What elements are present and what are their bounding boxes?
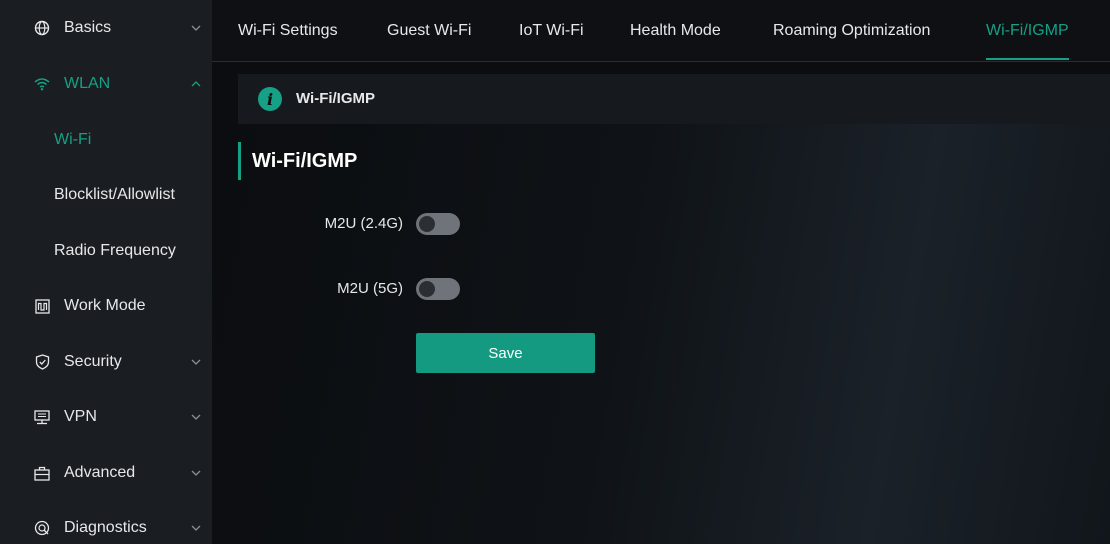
wifi-icon	[34, 76, 50, 92]
sidebar-item-label: Blocklist/Allowlist	[54, 186, 175, 203]
globe-icon	[34, 20, 50, 36]
tab-iot-wifi[interactable]: IoT Wi-Fi	[519, 0, 584, 62]
chevron-up-icon	[190, 78, 202, 90]
vpn-icon	[34, 409, 50, 425]
toggle-knob	[419, 216, 435, 232]
sidebar-item-label: Advanced	[64, 464, 136, 481]
m2u-5g-toggle[interactable]	[416, 278, 460, 300]
toggle-knob	[419, 281, 435, 297]
diagnostics-icon	[34, 520, 50, 536]
sidebar-item-advanced[interactable]: Advanced	[0, 445, 212, 501]
m2u-2g-toggle[interactable]	[416, 213, 460, 235]
sidebar-item-diagnostics[interactable]: Diagnostics	[0, 500, 212, 556]
section-accent-bar	[238, 142, 241, 180]
m2u-5g-label: M2U (5G)	[337, 280, 403, 297]
section-title: Wi-Fi/IGMP	[252, 150, 358, 172]
advanced-icon	[34, 465, 50, 481]
app-frame: Basics WLAN Wi-Fi Blocklist/Allowlist Ra…	[0, 0, 1110, 544]
tab-health-mode[interactable]: Health Mode	[630, 0, 721, 62]
sidebar-item-label: Wi-Fi	[54, 131, 92, 148]
sidebar-item-blocklist-allowlist[interactable]: Blocklist/Allowlist	[0, 167, 212, 223]
tab-guest-wifi[interactable]: Guest Wi-Fi	[387, 0, 471, 62]
info-icon: i	[258, 87, 282, 111]
sidebar-item-label: Work Mode	[64, 297, 146, 314]
save-button[interactable]: Save	[416, 333, 595, 373]
sidebar-item-label: Diagnostics	[64, 519, 147, 536]
chevron-down-icon	[190, 22, 202, 34]
main-content	[212, 124, 1110, 544]
m2u-2g-label: M2U (2.4G)	[324, 215, 403, 232]
sidebar-item-basics[interactable]: Basics	[0, 0, 212, 56]
sidebar: Basics WLAN Wi-Fi Blocklist/Allowlist Ra…	[0, 0, 212, 544]
sidebar-item-label: WLAN	[64, 75, 111, 92]
tab-roaming-optimization[interactable]: Roaming Optimization	[773, 0, 930, 62]
chevron-down-icon	[190, 522, 202, 534]
shield-check-icon	[34, 354, 50, 370]
sidebar-item-vpn[interactable]: VPN	[0, 389, 212, 445]
sidebar-item-wifi[interactable]: Wi-Fi	[0, 112, 212, 168]
sidebar-item-label: Security	[64, 353, 122, 370]
sidebar-item-security[interactable]: Security	[0, 334, 212, 390]
sidebar-item-label: Basics	[64, 19, 112, 36]
tab-wifi-settings[interactable]: Wi-Fi Settings	[238, 0, 338, 62]
work-mode-icon	[34, 298, 50, 314]
tab-bar: Wi-Fi Settings Guest Wi-Fi IoT Wi-Fi Hea…	[212, 0, 1110, 62]
sidebar-item-label: Radio Frequency	[54, 242, 176, 259]
sidebar-item-label: VPN	[64, 408, 97, 425]
chevron-down-icon	[190, 467, 202, 479]
sidebar-item-wlan[interactable]: WLAN	[0, 56, 212, 112]
tab-wifi-igmp[interactable]: Wi-Fi/IGMP	[986, 0, 1069, 62]
info-banner-text: Wi-Fi/IGMP	[296, 90, 376, 107]
info-banner: i Wi-Fi/IGMP	[238, 74, 1110, 124]
chevron-down-icon	[190, 411, 202, 423]
chevron-down-icon	[190, 356, 202, 368]
sidebar-item-radio-frequency[interactable]: Radio Frequency	[0, 223, 212, 279]
sidebar-item-work-mode[interactable]: Work Mode	[0, 278, 212, 334]
